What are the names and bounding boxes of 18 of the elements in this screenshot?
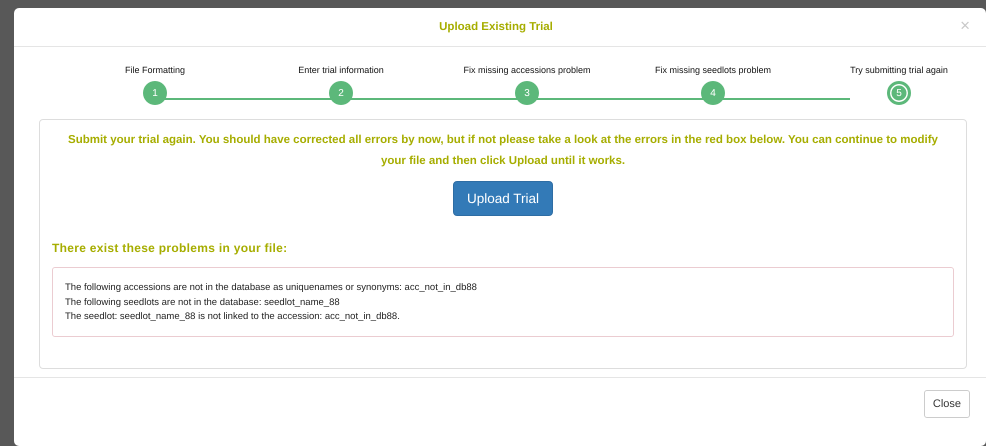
close-button[interactable]: Close [924, 390, 970, 418]
error-message: The seedlot: seedlot_name_88 is not linked to the accession: acc_not_in_db88. [65, 310, 401, 324]
step-circle: 1 [143, 81, 167, 105]
step-label: Fix missing accessions problem [463, 65, 591, 75]
step-label: Enter trial information [298, 65, 384, 75]
error-message: The following accessions are not in the database as uniquenames or synonyms: acc_not_in_db88 [65, 281, 478, 295]
upload-trial-button[interactable]: Upload Trial [452, 181, 554, 216]
step-circle: 5 [887, 81, 911, 105]
step-label: File Formatting [124, 65, 186, 75]
step-circle: 2 [329, 81, 353, 105]
problems-heading: There exist these problems in your file: [52, 241, 288, 255]
instruction-text: Submit your trial again. You should have corrected all errors by now, but if not please take a look at the errors in the red box below. You can continue to modify your file and then click Upload until it works. [67, 133, 939, 169]
step-circle: 3 [515, 81, 539, 105]
modal-title: Upload Existing Trial [439, 21, 553, 33]
step-circle: 4 [701, 81, 725, 105]
error-message: The following seedlots are not in the database: seedlot_name_88 [65, 296, 341, 310]
step-label: Fix missing seedlots problem [654, 65, 772, 75]
step-label: Try submitting trial again [850, 65, 948, 75]
